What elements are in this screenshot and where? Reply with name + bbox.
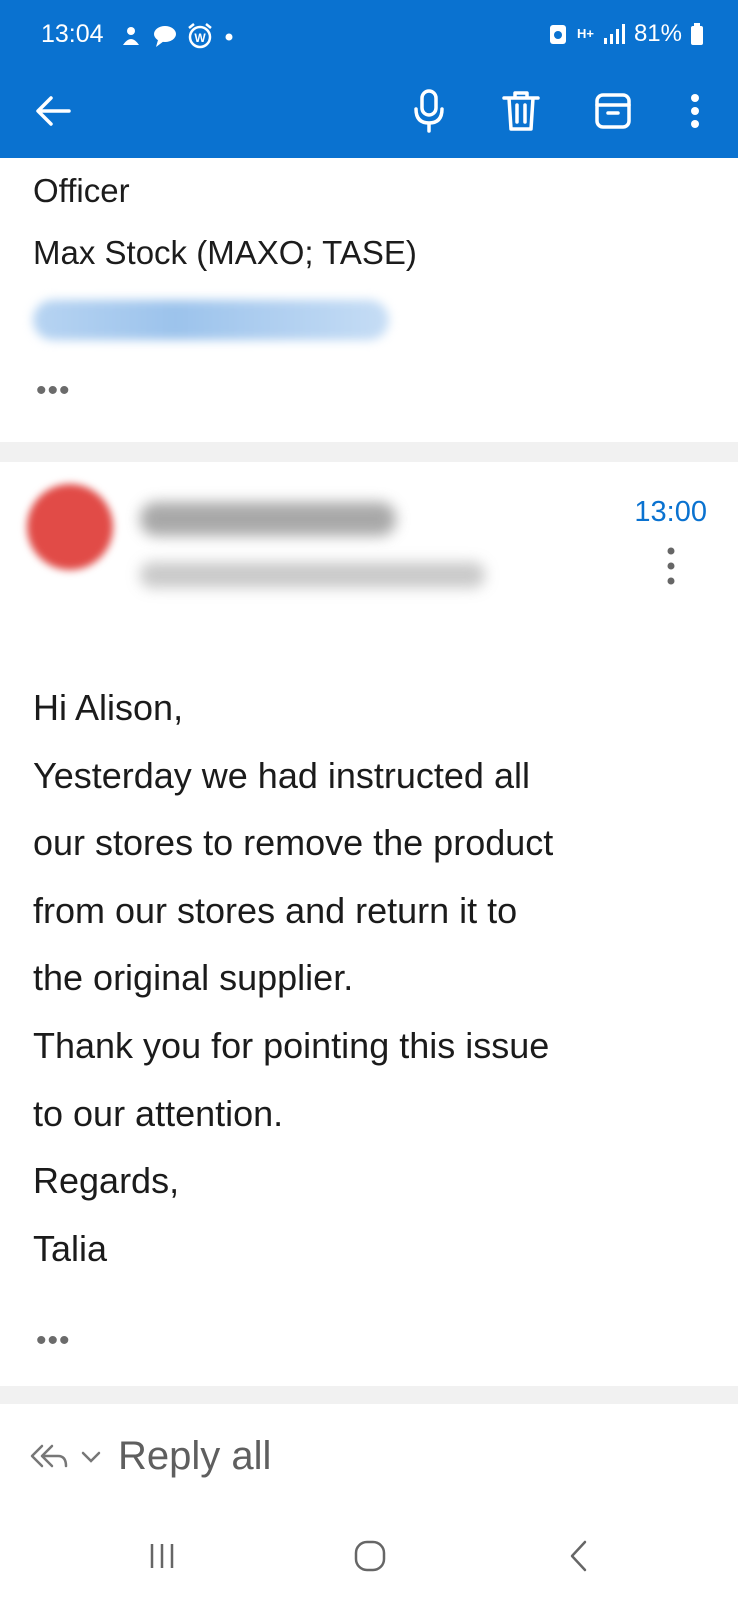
back-button[interactable] [26, 84, 80, 138]
redacted-sender-name [140, 502, 396, 536]
message-time: 13:00 [634, 496, 707, 528]
message-more-icon[interactable] [664, 546, 678, 586]
dictate-button[interactable] [402, 84, 456, 138]
body-line: from our stores and return it to [33, 889, 518, 931]
previous-message: Officer Max Stock (MAXO; TASE) ••• [0, 158, 738, 442]
archive-icon [595, 93, 631, 129]
body-line: Talia [33, 1227, 108, 1269]
archive-button[interactable] [586, 84, 640, 138]
signature-line: Max Stock (MAXO; TASE) [33, 234, 417, 271]
reply-all-button[interactable]: Reply all [28, 1434, 271, 1479]
more-options-button[interactable] [668, 84, 722, 138]
system-nav-bar [0, 1514, 738, 1600]
status-time: 13:04 [41, 20, 104, 48]
recent-apps-icon [150, 1544, 174, 1568]
home-icon [354, 1540, 386, 1572]
body-line: Yesterday we had instructed all [33, 754, 530, 796]
battery-saver-icon [549, 25, 566, 44]
top-bar: 13:04 W H+ 81% [0, 0, 738, 158]
battery-percent: 81% [633, 20, 682, 47]
delete-button[interactable] [494, 84, 548, 138]
footer: Reply all [0, 1404, 738, 1600]
footer-divider [0, 1386, 738, 1405]
signal-icon [603, 24, 625, 44]
signature-line: Officer [33, 172, 130, 209]
body-line: Hi Alison, [33, 687, 184, 728]
message-header[interactable]: 13:00 [0, 462, 738, 632]
status-right: H+ 81% [547, 20, 704, 48]
app-toolbar [0, 66, 738, 158]
avatar [27, 484, 113, 570]
trash-icon [502, 91, 540, 131]
body-line: our stores to remove the product [33, 822, 554, 864]
more-vertical-icon [691, 94, 699, 128]
body-line: to our attention. [33, 1092, 284, 1134]
chevron-left-icon [570, 1540, 587, 1572]
redacted-recipients [140, 562, 485, 588]
home-button[interactable] [340, 1534, 400, 1578]
chat-bubble-icon [154, 26, 176, 47]
message-body: Hi Alison, Yesterday we had instructed a… [33, 674, 713, 1282]
body-line: the original supplier. [33, 957, 354, 999]
chevron-down-icon[interactable] [80, 1449, 102, 1465]
reply-all-icon [30, 1444, 68, 1467]
svg-text:W: W [194, 31, 206, 45]
redacted-email [33, 300, 389, 340]
dot-icon [225, 33, 233, 41]
recent-apps-button[interactable] [132, 1534, 192, 1578]
battery-icon [691, 23, 703, 45]
message-divider [0, 442, 738, 462]
system-back-button[interactable] [548, 1534, 608, 1578]
show-more-button[interactable]: ••• [36, 376, 71, 406]
reply-all-label: Reply all [118, 1434, 272, 1478]
status-bar: 13:04 W H+ 81% [0, 0, 738, 66]
microphone-icon [414, 89, 444, 133]
show-quoted-button[interactable]: ••• [36, 1326, 71, 1356]
network-type: H+ [576, 26, 594, 41]
body-line: Thank you for pointing this issue [33, 1024, 550, 1066]
alarm-w-icon: W [188, 23, 212, 49]
notification-icons: W [118, 22, 236, 50]
body-line: Regards, [33, 1160, 180, 1202]
drone-icon [123, 27, 139, 45]
back-arrow-icon [36, 96, 71, 126]
